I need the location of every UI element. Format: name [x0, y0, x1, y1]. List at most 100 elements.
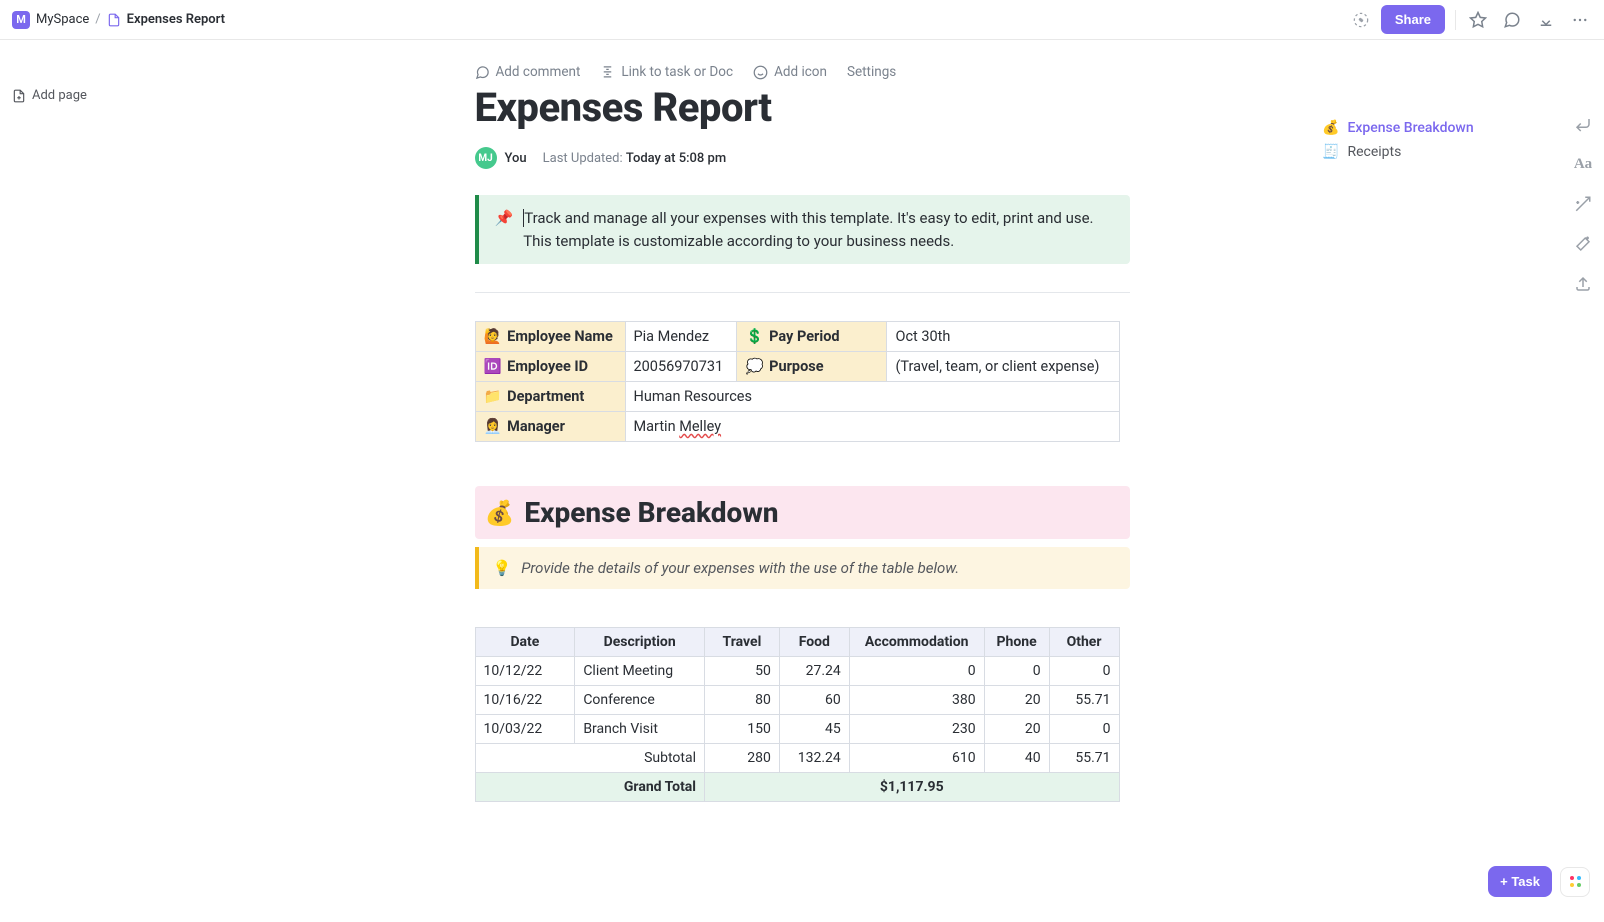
th-other: Other — [1049, 628, 1119, 657]
th-food: Food — [779, 628, 849, 657]
cell-food[interactable]: 45 — [779, 715, 849, 744]
section-expense-breakdown[interactable]: 💰 Expense Breakdown — [475, 486, 1130, 539]
cell-accommodation[interactable]: 380 — [849, 686, 984, 715]
add-icon-button[interactable]: Add icon — [753, 64, 827, 80]
cell-other[interactable]: 0 — [1049, 657, 1119, 686]
th-accommodation: Accommodation — [849, 628, 984, 657]
star-icon[interactable] — [1466, 8, 1490, 32]
topbar: M MySpace / Expenses Report Share — [0, 0, 1604, 40]
doc-icon — [107, 13, 121, 27]
cell-phone[interactable]: 20 — [984, 715, 1049, 744]
cell-date[interactable]: 10/12/22 — [475, 657, 575, 686]
outline-icon: 💰 — [1322, 120, 1339, 136]
topbar-right: Share — [1351, 5, 1592, 34]
subtotal-food: 132.24 — [779, 744, 849, 773]
magic-icon[interactable] — [1574, 195, 1592, 213]
apps-icon — [1570, 876, 1581, 887]
cell-travel[interactable]: 80 — [705, 686, 780, 715]
pay-period-label: Pay Period — [769, 328, 839, 345]
pay-period-value[interactable]: Oct 30th — [887, 322, 1119, 352]
cell-food[interactable]: 27.24 — [779, 657, 849, 686]
subtotal-accommodation: 610 — [849, 744, 984, 773]
doc-meta: MJ You Last Updated: Today at 5:08 pm — [475, 147, 1130, 169]
table-row[interactable]: 10/16/22Conference80603802055.71 — [475, 686, 1119, 715]
cell-travel[interactable]: 50 — [705, 657, 780, 686]
employee-info-table[interactable]: 🙋 Employee Name Pia Mendez 💲 Pay Period … — [475, 321, 1120, 442]
table-row[interactable]: 10/12/22Client Meeting5027.24000 — [475, 657, 1119, 686]
new-task-button[interactable]: + Task — [1488, 866, 1552, 897]
subtotal-other: 55.71 — [1049, 744, 1119, 773]
collapse-icon[interactable] — [1534, 8, 1558, 32]
outline-label: Receipts — [1347, 144, 1401, 160]
th-date: Date — [475, 628, 575, 657]
cell-other[interactable]: 55.71 — [1049, 686, 1119, 715]
divider — [475, 292, 1130, 293]
cell-phone[interactable]: 0 — [984, 657, 1049, 686]
share-button[interactable]: Share — [1381, 5, 1445, 34]
add-icon-label: Add icon — [774, 64, 827, 80]
outline-panel: 💰 Expense Breakdown 🧾 Receipts — [1322, 116, 1552, 164]
avatar[interactable]: MJ — [475, 147, 497, 169]
indent-icon[interactable] — [1574, 116, 1592, 134]
cell-food[interactable]: 60 — [779, 686, 849, 715]
hint-callout[interactable]: 💡 Provide the details of your expenses w… — [475, 547, 1130, 589]
employee-id-value[interactable]: 20056970731 — [625, 352, 737, 382]
expense-table[interactable]: Date Description Travel Food Accommodati… — [475, 627, 1120, 802]
th-description: Description — [575, 628, 705, 657]
link-icon — [600, 65, 615, 80]
manager-label: Manager — [507, 418, 565, 435]
breadcrumb-space[interactable]: MySpace — [36, 12, 89, 27]
breadcrumb-doc[interactable]: Expenses Report — [127, 12, 225, 27]
cell-description[interactable]: Branch Visit — [575, 715, 705, 744]
comment-icon[interactable] — [1500, 8, 1524, 32]
apps-button[interactable] — [1560, 867, 1590, 897]
cell-date[interactable]: 10/03/22 — [475, 715, 575, 744]
outline-item[interactable]: 💰 Expense Breakdown — [1322, 116, 1552, 140]
cell-accommodation[interactable]: 0 — [849, 657, 984, 686]
department-value[interactable]: Human Resources — [625, 382, 1119, 412]
manager-value[interactable]: Martin Melley — [625, 412, 1119, 442]
sync-icon[interactable] — [1351, 10, 1371, 30]
cell-description[interactable]: Client Meeting — [575, 657, 705, 686]
export-icon[interactable] — [1574, 275, 1592, 293]
link-task-button[interactable]: Link to task or Doc — [600, 64, 733, 80]
space-icon[interactable]: M — [12, 11, 30, 29]
settings-button[interactable]: Settings — [847, 64, 896, 80]
wand-icon[interactable] — [1574, 235, 1592, 253]
author-name[interactable]: You — [505, 151, 527, 166]
page-title[interactable]: Expenses Report — [475, 84, 1130, 131]
more-icon[interactable] — [1568, 8, 1592, 32]
add-page-button[interactable]: Add page — [12, 88, 110, 103]
subtotal-travel: 280 — [705, 744, 780, 773]
pin-icon: 📌 — [495, 207, 514, 252]
updated-label: Last Updated: — [543, 151, 623, 166]
outline-label: Expense Breakdown — [1347, 120, 1473, 136]
cell-accommodation[interactable]: 230 — [849, 715, 984, 744]
add-page-label: Add page — [32, 88, 87, 103]
document-body: Add comment Link to task or Doc Add icon… — [475, 40, 1130, 922]
money-icon: 💰 — [485, 499, 515, 527]
subtotal-phone: 40 — [984, 744, 1049, 773]
link-task-label: Link to task or Doc — [621, 64, 733, 80]
font-icon[interactable]: Aa — [1574, 156, 1592, 173]
grand-total-value: $1,117.95 — [705, 773, 1120, 802]
outline-item[interactable]: 🧾 Receipts — [1322, 140, 1552, 164]
right-toolbar: Aa — [1562, 100, 1604, 293]
doc-actions: Add comment Link to task or Doc Add icon… — [475, 64, 1130, 80]
purpose-value[interactable]: (Travel, team, or client expense) — [887, 352, 1119, 382]
add-page-icon — [12, 89, 26, 103]
cell-phone[interactable]: 20 — [984, 686, 1049, 715]
cell-other[interactable]: 0 — [1049, 715, 1119, 744]
grand-total-label: Grand Total — [475, 773, 705, 802]
employee-name-value[interactable]: Pia Mendez — [625, 322, 737, 352]
table-row[interactable]: 10/03/22Branch Visit15045230200 — [475, 715, 1119, 744]
outline-icon: 🧾 — [1322, 144, 1339, 160]
cell-date[interactable]: 10/16/22 — [475, 686, 575, 715]
add-comment-label: Add comment — [496, 64, 581, 80]
bulb-icon: 💡 — [493, 559, 512, 577]
cell-description[interactable]: Conference — [575, 686, 705, 715]
banner-callout[interactable]: 📌 Track and manage all your expenses wit… — [475, 195, 1130, 264]
add-comment-button[interactable]: Add comment — [475, 64, 581, 80]
cell-travel[interactable]: 150 — [705, 715, 780, 744]
th-phone: Phone — [984, 628, 1049, 657]
